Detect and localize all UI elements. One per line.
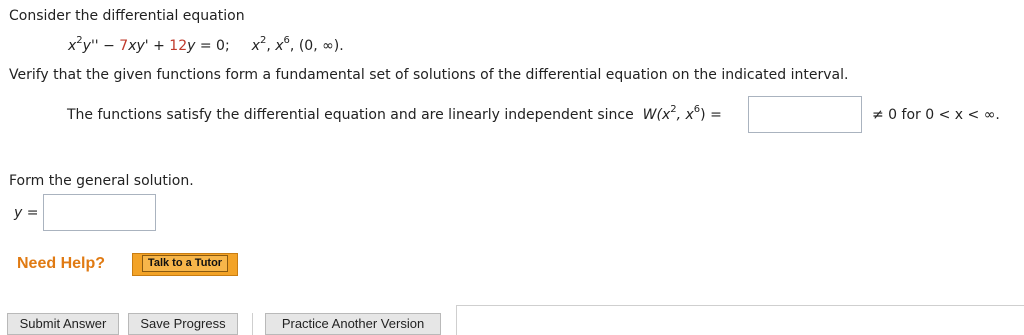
general-solution-input[interactable] xyxy=(43,194,156,231)
y-label: y = xyxy=(14,205,39,221)
save-progress-button[interactable]: Save Progress xyxy=(128,313,238,335)
wronskian-statement: The functions satisfy the differential e… xyxy=(67,104,722,123)
wronskian-condition: ≠ 0 for 0 < x < ∞. xyxy=(872,107,1000,123)
talk-to-tutor-button[interactable]: Talk to a Tutor xyxy=(132,253,238,276)
button-divider xyxy=(252,313,253,335)
question-intro: Consider the differential equation xyxy=(9,8,245,24)
side-panel-frame xyxy=(456,305,1024,335)
instruction-text: Verify that the given functions form a f… xyxy=(9,67,849,83)
talk-to-tutor-label: Talk to a Tutor xyxy=(141,255,229,272)
general-solution-prompt: Form the general solution. xyxy=(9,173,194,189)
need-help-label: Need Help? xyxy=(17,255,106,272)
submit-answer-button[interactable]: Submit Answer xyxy=(7,313,119,335)
wronskian-input[interactable] xyxy=(748,96,862,133)
differential-equation: x2y'' − 7xy' + 12y = 0; x2, x6, (0, ∞). xyxy=(68,35,344,54)
practice-another-version-button[interactable]: Practice Another Version xyxy=(265,313,441,335)
